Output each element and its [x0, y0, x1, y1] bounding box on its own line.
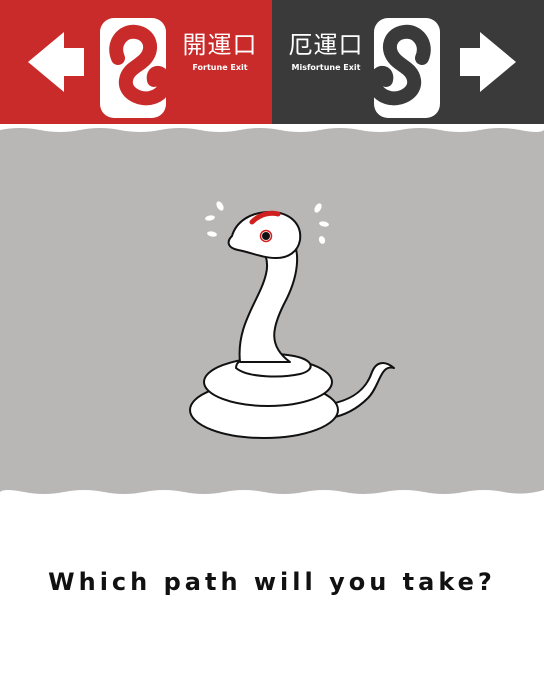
fortune-label: Fortune Exit	[192, 63, 248, 72]
misfortune-exit-sign[interactable]: 厄運口 Misfortune Exit	[272, 0, 544, 124]
fortune-sign-text: 開運口 Fortune Exit	[172, 30, 268, 74]
fortune-kanji: 開運口	[182, 31, 258, 59]
misfortune-snake-icon	[368, 18, 440, 118]
snake-eye	[262, 232, 270, 240]
fortune-snake-icon	[100, 18, 172, 118]
fortune-exit-sign[interactable]: 開運口 Fortune Exit	[0, 0, 272, 124]
misfortune-sign-text: 厄運口 Misfortune Exit	[278, 30, 374, 74]
snake-scene	[0, 124, 544, 500]
misfortune-kanji: 厄運口	[288, 31, 364, 59]
choice-prompt: Which path will you take?	[48, 568, 496, 596]
misfortune-label: Misfortune Exit	[291, 63, 361, 72]
scene-graphic	[0, 128, 544, 494]
